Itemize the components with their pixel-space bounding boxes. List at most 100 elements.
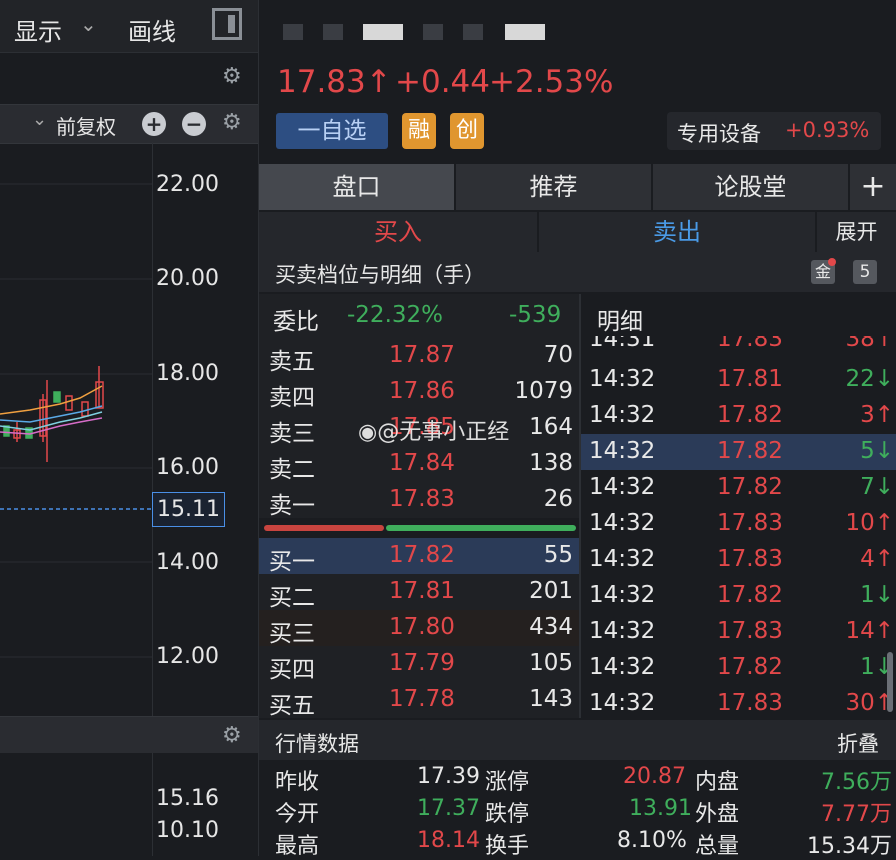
stat-label: 涨停 <box>485 770 530 795</box>
indicator-axis-label: 15.16 <box>156 786 219 811</box>
last-price: 17.83↑ <box>277 64 392 100</box>
ask-row[interactable]: 卖五 17.87 70 <box>259 338 579 375</box>
zoom-in-icon[interactable]: + <box>142 112 166 136</box>
add-tab-button[interactable]: + <box>850 164 896 210</box>
bid-price: 17.81 <box>389 578 455 604</box>
ask-label: 卖四 <box>269 385 315 411</box>
bid-label: 买一 <box>269 549 315 575</box>
chart-panel: 显示 ⌄ 画线 ⚙ ⌄ 前复权 + − ⚙ 22.00 20.00 18.00 … <box>0 0 259 856</box>
adjust-bar: ⌄ 前复权 + − ⚙ <box>0 104 258 144</box>
display-menu-button[interactable]: 显示 <box>14 12 62 47</box>
trade-row: 14:32 17.83 4↑ <box>581 542 896 578</box>
trade-time: 14:32 <box>589 510 656 536</box>
sell-button[interactable]: 卖出 <box>539 212 817 252</box>
chevron-down-icon[interactable]: ⌄ <box>80 12 97 36</box>
stat-label: 最高 <box>275 834 320 859</box>
level-badge[interactable]: 5 <box>853 260 877 284</box>
trade-time: 14:31 <box>589 336 656 352</box>
trade-volume: 4↑ <box>860 546 894 572</box>
tab-bar: 盘口 推荐 论股堂 + <box>259 164 896 210</box>
trade-price: 17.83 <box>717 336 783 352</box>
zoom-out-icon[interactable]: − <box>182 112 206 136</box>
market-data-header: 行情数据 折叠 <box>259 720 896 760</box>
stat-label: 换手 <box>485 834 530 859</box>
gear-icon[interactable]: ⚙ <box>222 112 242 134</box>
chevron-down-icon[interactable]: ⌄ <box>32 109 47 130</box>
trade-volume: 1↓ <box>860 582 894 608</box>
adjust-mode-label[interactable]: 前复权 <box>56 111 116 140</box>
stat-value: 7.56万 <box>821 770 892 795</box>
trade-volume: 7↓ <box>860 474 894 500</box>
sell-pressure-bar <box>264 525 384 531</box>
trade-volume: 38↑ <box>845 336 894 352</box>
details-list[interactable]: 14:31 17.83 38↑ 14:32 17.81 22↓ 14:32 17… <box>581 336 896 718</box>
bid-volume: 105 <box>529 650 573 676</box>
tab-forum[interactable]: 论股堂 <box>653 164 850 210</box>
ask-volume: 138 <box>529 450 573 476</box>
stat-label: 跌停 <box>485 802 530 827</box>
add-watchlist-button[interactable]: 一自选 <box>276 113 388 149</box>
trade-price: 17.81 <box>717 366 783 392</box>
stat-value: 8.10% <box>617 828 687 853</box>
trade-time: 14:32 <box>589 546 656 572</box>
collapse-button[interactable]: 折叠 <box>837 728 879 758</box>
expand-button[interactable]: 展开 <box>817 212 896 252</box>
sector-chip[interactable]: 专用设备 +0.93% <box>667 112 881 150</box>
layout-toggle-icon[interactable] <box>212 8 242 40</box>
trade-price: 17.83 <box>717 510 783 536</box>
buy-button[interactable]: 买入 <box>259 212 539 252</box>
candlestick-chart[interactable] <box>0 142 152 716</box>
ask-label: 卖五 <box>269 349 315 375</box>
redacted-stock-name <box>423 24 443 40</box>
market-data-title: 行情数据 <box>275 732 359 756</box>
trade-price: 17.82 <box>717 402 783 428</box>
ratio-pct: -22.32% <box>347 302 443 328</box>
bid-row[interactable]: 买三 17.80 434 <box>259 610 579 647</box>
price-axis-label: 18.00 <box>156 361 219 386</box>
trade-row: 14:32 17.82 3↑ <box>581 398 896 434</box>
trade-row: 14:32 17.82 1↓ <box>581 650 896 686</box>
draw-line-button[interactable]: 画线 <box>128 12 176 47</box>
trade-price: 17.82 <box>717 654 783 680</box>
ask-label: 卖二 <box>269 457 315 483</box>
trade-row: 14:32 17.82 1↓ <box>581 578 896 614</box>
trade-time: 14:32 <box>589 582 656 608</box>
ask-row[interactable]: 卖二 17.84 138 <box>259 446 579 483</box>
ask-price: 17.87 <box>389 342 455 368</box>
gear-icon[interactable]: ⚙ <box>222 725 242 747</box>
ask-volume: 70 <box>543 342 573 368</box>
gear-icon[interactable]: ⚙ <box>222 66 242 88</box>
tab-orderbook[interactable]: 盘口 <box>259 164 456 210</box>
trade-time: 14:32 <box>589 474 656 500</box>
stat-label: 总量 <box>695 834 740 859</box>
ask-price: 17.84 <box>389 450 455 476</box>
bid-row[interactable]: 买一 17.82 55 <box>259 538 579 575</box>
stat-label: 昨收 <box>275 770 320 795</box>
bid-price: 17.80 <box>389 614 455 640</box>
trade-volume: 22↓ <box>845 366 894 392</box>
sector-change: +0.93% <box>785 118 870 142</box>
tab-recommend[interactable]: 推荐 <box>456 164 653 210</box>
stat-value: 15.34万 <box>807 834 892 859</box>
ask-label: 卖三 <box>269 421 315 447</box>
bid-label: 买五 <box>269 693 315 719</box>
bid-volume: 201 <box>529 578 573 604</box>
redacted-stock-name <box>505 24 545 40</box>
stat-value: 17.39 <box>417 764 480 789</box>
ask-row[interactable]: 卖一 17.83 26 <box>259 482 579 519</box>
watermark-text: @无事小正经 <box>377 420 510 445</box>
margin-badge: 融 <box>402 113 436 149</box>
price-axis-label: 12.00 <box>156 644 219 669</box>
bid-row[interactable]: 买五 17.78 143 <box>259 682 579 719</box>
ask-row[interactable]: 卖四 17.86 1079 <box>259 374 579 411</box>
buy-pressure-bar <box>386 525 576 531</box>
details-scrollbar[interactable] <box>887 652 893 712</box>
trade-volume: 5↓ <box>860 438 894 464</box>
bid-row[interactable]: 买二 17.81 201 <box>259 574 579 611</box>
trade-price: 17.83 <box>717 618 783 644</box>
bid-row[interactable]: 买四 17.79 105 <box>259 646 579 683</box>
stat-label: 外盘 <box>695 802 740 827</box>
bid-label: 买四 <box>269 657 315 683</box>
orderbook-header: 买卖档位与明细（手） 金 5 <box>259 252 896 292</box>
trade-row: 14:32 17.81 22↓ <box>581 362 896 398</box>
